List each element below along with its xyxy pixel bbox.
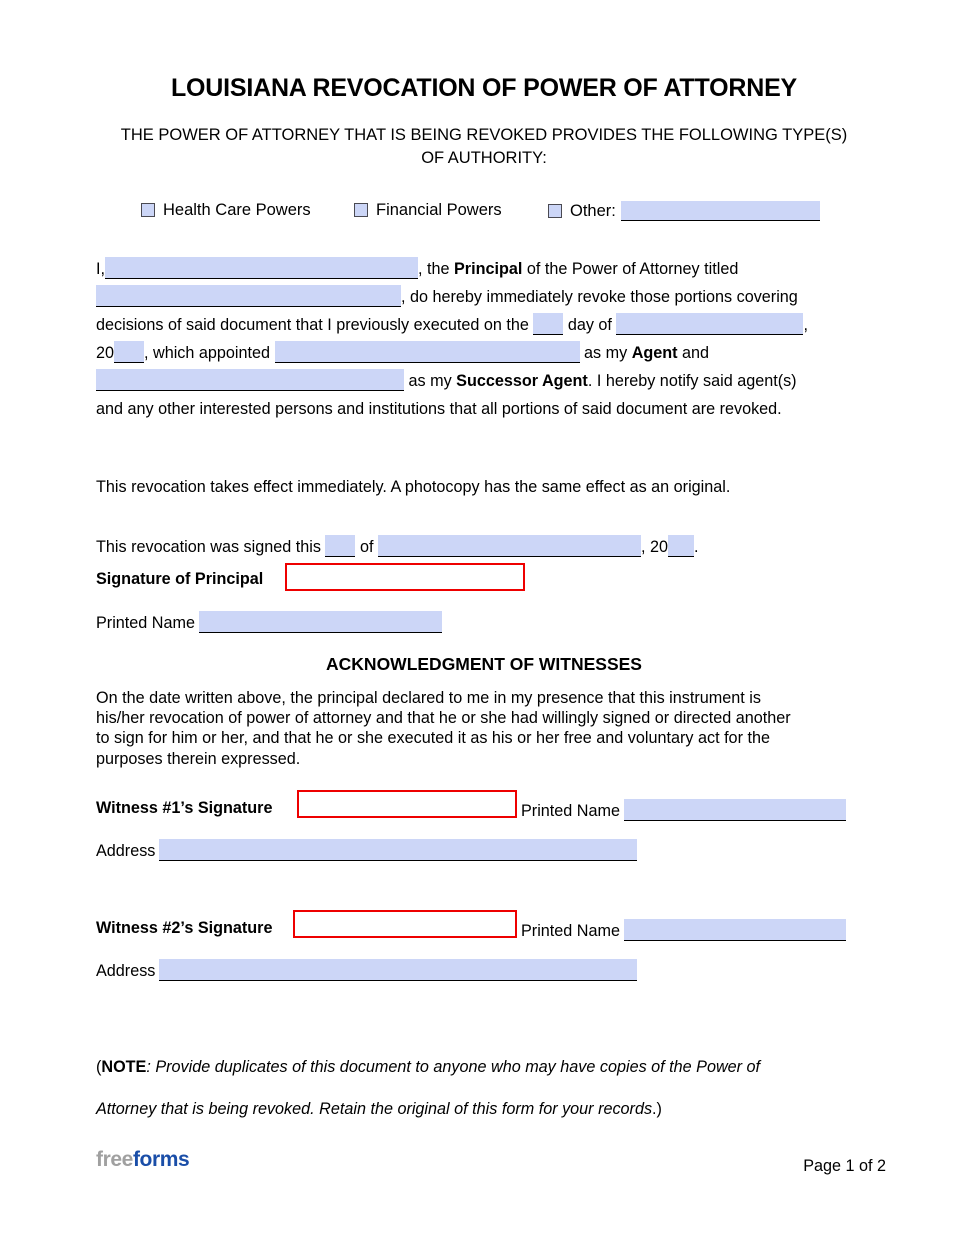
line1-prefix: I, [96, 260, 105, 278]
line4-mid: , which appointed [144, 344, 271, 362]
document-page: LOUISIANA REVOCATION OF POWER OF ATTORNE… [0, 0, 968, 1244]
line3-comma: , [803, 316, 808, 334]
witness-1-address-label: Address [96, 842, 156, 860]
checkbox-label-financial-powers: Financial Powers [376, 201, 502, 219]
witness-1-signature-label: Witness #1’s Signature [96, 799, 273, 817]
witness-2-address-input[interactable] [159, 959, 638, 981]
witness-2-printed-name-label: Printed Name [521, 922, 620, 940]
witness-1-address-input[interactable] [159, 839, 638, 861]
principal-printed-name-label: Printed Name [96, 614, 195, 632]
witness-2-address-row: Address [96, 959, 638, 981]
year-prefix: 20 [96, 344, 115, 362]
witness-1-printed-name-row: Printed Name [521, 799, 846, 821]
signing-day-input[interactable] [325, 535, 356, 557]
witness-2-address-label: Address [96, 962, 156, 980]
signing-comma: , [640, 538, 646, 556]
witness-2-signature-input[interactable] [293, 910, 517, 938]
signature-of-principal-input[interactable] [285, 563, 525, 591]
page-indicator: Page 1 of 2 [803, 1157, 886, 1175]
authority-types-row: Health Care Powers Financial Powers Othe… [96, 201, 886, 225]
witness-1-printed-name-label: Printed Name [521, 802, 620, 820]
checkbox-icon-other[interactable] [548, 204, 562, 218]
acknowledgment-heading: ACKNOWLEDGMENT OF WITNESSES [326, 654, 642, 674]
line1-mid: , the [418, 260, 454, 278]
logo-text-free: free [96, 1148, 133, 1171]
agent-bold-label: Agent [631, 344, 678, 362]
revocation-line-5: as my Successor Agent. I hereby notify s… [96, 367, 886, 395]
revocation-line-4: 20 , which appointed as my Agent and [96, 339, 886, 367]
witness-1-address-row: Address [96, 839, 638, 861]
signing-prefix: This revocation was signed this [96, 538, 321, 556]
execution-year-input[interactable] [114, 341, 145, 363]
principal-printed-name-input[interactable] [198, 611, 442, 633]
signature-of-principal-label: Signature of Principal [96, 570, 264, 588]
line4-and: and [677, 344, 710, 362]
signing-year-prefix: 20 [649, 538, 668, 556]
agent-name-input[interactable] [274, 341, 580, 363]
other-authority-input[interactable] [620, 201, 820, 221]
witness-1-printed-name-input[interactable] [623, 799, 846, 821]
line4-asmy: as my [584, 344, 632, 362]
freeforms-logo: freeforms [96, 1148, 190, 1172]
acknowledgment-body: On the date written above, the principal… [96, 689, 791, 768]
line5-suffix: . I hereby notify said agent(s) [587, 372, 797, 390]
logo-text-forms: forms [132, 1148, 190, 1171]
signing-of: of [359, 538, 374, 556]
document-subtitle: THE POWER OF ATTORNEY THAT IS BEING REVO… [120, 126, 848, 167]
note-line-1: : Provide duplicates of this document to… [146, 1058, 761, 1076]
effect-statement: This revocation takes effect immediately… [96, 478, 731, 496]
line5-asmy: as my [408, 372, 457, 390]
principal-bold-label: Principal [454, 260, 523, 278]
checkbox-label-health-care-powers: Health Care Powers [163, 201, 311, 219]
revocation-line-6: and any other interested persons and ins… [96, 400, 782, 418]
line2-suffix: , do hereby immediately revoke those por… [401, 288, 798, 306]
witness-2-printed-name-input[interactable] [623, 919, 846, 941]
successor-agent-bold-label: Successor Agent [456, 372, 588, 390]
checkbox-option-health-care-powers[interactable]: Health Care Powers [141, 201, 311, 219]
witness-1-signature-input[interactable] [297, 790, 517, 818]
principal-name-input[interactable] [105, 257, 418, 279]
principal-printed-name-row: Printed Name [96, 611, 442, 633]
note-close-paren: .) [652, 1100, 662, 1118]
checkbox-option-other[interactable]: Other: [548, 201, 820, 221]
footer-note: (NOTE: Provide duplicates of this docume… [96, 1046, 856, 1130]
checkbox-icon-health-care-powers[interactable] [141, 203, 155, 217]
signing-period: . [693, 538, 699, 556]
checkbox-label-other: Other: [570, 202, 616, 220]
page-title: LOUISIANA REVOCATION OF POWER OF ATTORNE… [170, 74, 798, 102]
note-bold-prefix: NOTE [101, 1058, 147, 1076]
checkbox-option-financial-powers[interactable]: Financial Powers [354, 201, 502, 219]
execution-month-input[interactable] [616, 313, 804, 335]
signing-month-input[interactable] [377, 535, 641, 557]
checkbox-icon-financial-powers[interactable] [354, 203, 368, 217]
signing-date-line: This revocation was signed this of , 20. [96, 535, 886, 557]
successor-agent-input[interactable] [96, 369, 404, 391]
execution-day-input[interactable] [533, 313, 564, 335]
revocation-line-3: decisions of said document that I previo… [96, 311, 886, 339]
poa-title-input[interactable] [96, 285, 401, 307]
revocation-line-1: I, , the Principal of the Power of Attorn… [96, 255, 886, 283]
witness-2-printed-name-row: Printed Name [521, 919, 846, 941]
signing-year-input[interactable] [667, 535, 694, 557]
revocation-paragraph: I, , the Principal of the Power of Attorn… [96, 255, 886, 423]
note-line-2: Attorney that is being revoked. Retain t… [96, 1100, 653, 1118]
line3-prefix: decisions of said document that I previo… [96, 316, 529, 334]
line3-mid: day of [567, 316, 612, 334]
revocation-line-2: , do hereby immediately revoke those por… [96, 283, 886, 311]
line1-suffix: of the Power of Attorney titled [522, 260, 739, 278]
witness-2-signature-label: Witness #2’s Signature [96, 919, 273, 937]
